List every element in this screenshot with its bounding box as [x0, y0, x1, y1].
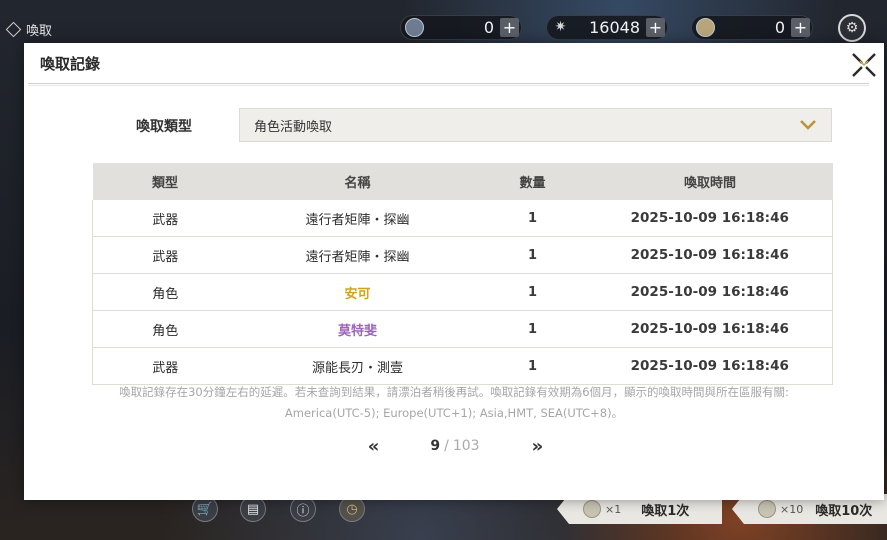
add-currency-button[interactable]: + [791, 18, 810, 37]
close-button[interactable] [851, 52, 877, 78]
column-header-type: 類型 [92, 163, 238, 200]
filter-label: 喚取類型 [136, 119, 192, 135]
receipt-icon: ▤ [246, 501, 260, 517]
column-header-name: 名稱 [237, 163, 478, 200]
cell-time: 2025-10-09 16:18:46 [587, 273, 833, 311]
gold-coin-icon [696, 18, 715, 37]
cell-quantity: 1 [477, 200, 588, 237]
currency-value: 16048 [589, 18, 640, 37]
currency-coin: 0 + [400, 15, 522, 40]
cell-time: 2025-10-09 16:18:46 [587, 236, 833, 274]
cell-type: 武器 [92, 236, 238, 274]
table-header-row: 類型 名稱 數量 喚取時間 [92, 163, 833, 200]
pull-once-label: 喚取1次 [641, 503, 690, 519]
page-label-text: 喚取 [26, 24, 53, 39]
gear-icon: ⚙ [845, 20, 859, 36]
delay-notice: 喚取記錄存在30分鐘左右的延遲。若未查詢到結果，請漂泊者稍後再試。喚取記錄有效期… [64, 382, 844, 424]
title-divider-secondary [28, 85, 869, 86]
pull-history-modal: 喚取記錄 喚取類型 角色活動喚取 類型 名稱 數量 喚取時間 武器 遠行者矩陣・… [24, 43, 884, 500]
diamond-icon [5, 21, 22, 38]
chevron-down-icon [800, 120, 816, 130]
cell-name: 遠行者矩陣・探幽 [237, 200, 478, 237]
cell-quantity: 1 [477, 273, 588, 311]
cell-quantity: 1 [477, 310, 588, 348]
next-page-button[interactable]: » [532, 436, 544, 457]
cell-time: 2025-10-09 16:18:46 [587, 310, 833, 348]
column-header-quantity: 數量 [477, 163, 588, 200]
pull-type-dropdown[interactable]: 角色活動喚取 [239, 108, 832, 142]
settings-button[interactable]: ⚙ [838, 14, 866, 42]
coin-icon [405, 18, 424, 37]
cell-time: 2025-10-09 16:18:46 [587, 200, 833, 237]
cell-type: 武器 [92, 347, 238, 385]
modal-title: 喚取記錄 [40, 55, 101, 73]
pull-history-table: 類型 名稱 數量 喚取時間 武器 遠行者矩陣・探幽 1 2025-10-09 1… [92, 163, 833, 385]
page-label: 喚取 [5, 20, 53, 39]
info-icon: ⓘ [296, 503, 310, 519]
cell-name: 源能長刃・測壹 [237, 347, 478, 385]
currency-value: 0 [483, 18, 494, 37]
dropdown-selected-value: 角色活動喚取 [254, 119, 333, 135]
pull-ten-label: 喚取10次 [815, 503, 873, 519]
total-pages: 103 [452, 438, 480, 454]
table-row: 武器 源能長刃・測壹 1 2025-10-09 16:18:46 [92, 347, 833, 385]
cell-quantity: 1 [477, 347, 588, 385]
cell-name: 安可 [237, 273, 478, 311]
prev-page-button[interactable]: « [368, 436, 380, 457]
close-icon [852, 53, 876, 77]
cell-time: 2025-10-09 16:18:46 [587, 347, 833, 385]
currency-star-crystal: ✷ 16048 + [546, 15, 668, 40]
cell-quantity: 1 [477, 236, 588, 274]
notice-line-2: America(UTC-5); Europe(UTC+1); Asia,HMT,… [284, 406, 624, 420]
currency-gold-coin: 0 + [691, 15, 813, 40]
top-bar: 喚取 0 + ✷ 16048 + 0 + ⚙ [0, 0, 887, 43]
title-divider [28, 83, 869, 84]
table-row: 角色 安可 1 2025-10-09 16:18:46 [92, 273, 833, 311]
column-header-time: 喚取時間 [587, 163, 833, 200]
pull-once-multiplier: ×1 [605, 502, 622, 516]
cell-type: 角色 [92, 310, 238, 348]
add-currency-button[interactable]: + [500, 18, 519, 37]
pull-coin-icon [758, 500, 776, 518]
star-crystal-icon: ✷ [554, 19, 567, 35]
cell-type: 武器 [92, 200, 238, 237]
page-separator: / [444, 438, 449, 454]
clock-icon: ◷ [346, 501, 358, 517]
pull-ten-multiplier: ×10 [780, 502, 804, 516]
add-currency-button[interactable]: + [646, 18, 665, 37]
table-row: 武器 遠行者矩陣・探幽 1 2025-10-09 16:18:46 [92, 236, 833, 274]
table-row: 角色 莫特斐 1 2025-10-09 16:18:46 [92, 310, 833, 348]
cell-name: 遠行者矩陣・探幽 [237, 236, 478, 274]
cell-type: 角色 [92, 273, 238, 311]
current-page: 9 [430, 438, 441, 454]
currency-value: 0 [774, 18, 785, 37]
notice-line-1: 喚取記錄存在30分鐘左右的延遲。若未查詢到結果，請漂泊者稍後再試。喚取記錄有效期… [119, 385, 789, 399]
pagination: « 9 / 103 » [24, 435, 884, 457]
shop-icon: 🛒 [196, 501, 214, 517]
cell-name: 莫特斐 [237, 310, 478, 348]
pull-coin-icon [583, 500, 601, 518]
table-row: 武器 遠行者矩陣・探幽 1 2025-10-09 16:18:46 [92, 200, 833, 237]
